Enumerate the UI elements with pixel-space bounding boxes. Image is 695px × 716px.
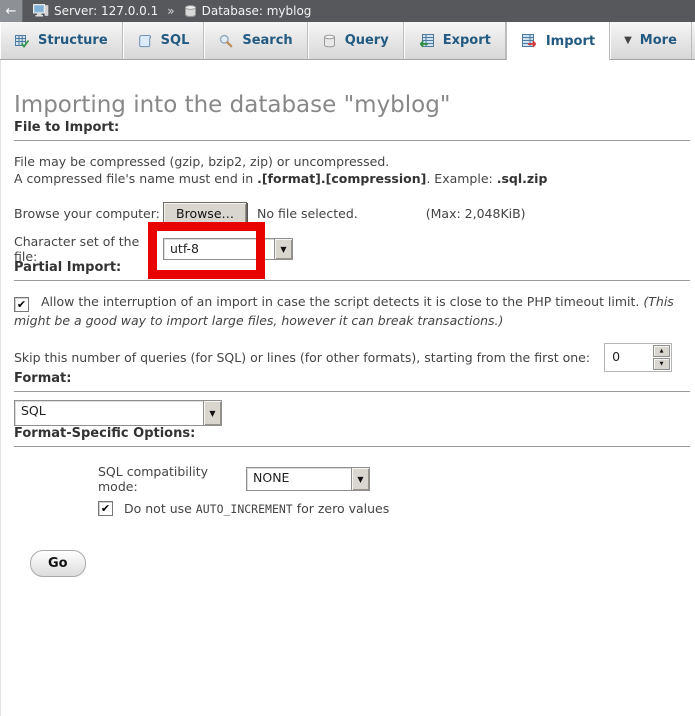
- server-icon: [33, 4, 49, 18]
- spinner-down-button[interactable]: ▼: [653, 358, 670, 370]
- section-heading-format: Format:: [14, 371, 690, 392]
- breadcrumb: Server: 127.0.0.1 » Database: myblog: [33, 4, 311, 18]
- sql-icon: [137, 33, 153, 49]
- dropdown-arrow-icon[interactable]: ▼: [351, 468, 369, 490]
- section-heading-format-specific: Format-Specific Options:: [14, 426, 690, 447]
- charset-row: Character set of the file: utf-8 ▼: [14, 238, 695, 260]
- note-text: A compressed file's name must end in: [14, 171, 257, 186]
- compression-note-line1: File may be compressed (gzip, bzip2, zip…: [14, 153, 695, 170]
- browse-button[interactable]: Browse…: [163, 202, 247, 225]
- spinner-up-button[interactable]: ▲: [653, 345, 670, 357]
- tab-more[interactable]: ▼ More: [610, 22, 692, 59]
- tab-sql[interactable]: SQL: [123, 22, 205, 59]
- tab-export[interactable]: Export: [404, 22, 506, 59]
- go-button[interactable]: Go: [30, 550, 86, 577]
- page-title: Importing into the database "myblog": [14, 90, 695, 120]
- autoinc-checkbox[interactable]: ✔: [98, 501, 113, 516]
- tab-structure[interactable]: Structure: [0, 22, 123, 59]
- skip-queries-value: 0: [606, 345, 653, 370]
- query-icon: [322, 33, 337, 49]
- tab-search[interactable]: Search: [204, 22, 307, 59]
- format-select[interactable]: SQL ▼: [14, 400, 222, 426]
- autoinc-suffix: for zero values: [293, 501, 390, 516]
- checkmark-icon: ✔: [17, 299, 26, 310]
- skip-queries-input[interactable]: 0 ▲ ▼: [604, 343, 672, 372]
- breadcrumb-database-link[interactable]: Database: myblog: [202, 4, 312, 18]
- tab-import[interactable]: Import: [506, 22, 610, 60]
- tab-label: Query: [345, 33, 389, 48]
- compat-selected-value: NONE: [247, 468, 351, 490]
- autoinc-code: AUTO_INCREMENT: [196, 502, 293, 516]
- number-spinner: ▲ ▼: [653, 345, 670, 370]
- search-icon: [218, 33, 234, 49]
- breadcrumb-server-link[interactable]: Server: 127.0.0.1: [54, 4, 158, 18]
- structure-icon: [14, 33, 30, 49]
- format-pattern: .[format].[compression]: [257, 171, 426, 186]
- charset-selected-value: utf-8: [164, 239, 274, 259]
- section-heading-file-to-import: File to Import:: [14, 120, 690, 141]
- import-icon: [521, 33, 538, 49]
- breadcrumb-bar: ← Server: 127.0.0.1 » Database: myblog: [0, 0, 695, 22]
- tab-label: Import: [546, 34, 595, 49]
- skip-queries-label: Skip this number of queries (for SQL) or…: [14, 350, 590, 365]
- checkmark-icon: ✔: [101, 503, 110, 514]
- database-icon: [184, 4, 197, 18]
- compat-label: SQL compatibility mode:: [98, 464, 246, 494]
- format-row: SQL ▼: [14, 400, 695, 426]
- autoinc-prefix: Do not use: [124, 501, 196, 516]
- compat-select[interactable]: NONE ▼: [246, 467, 370, 491]
- back-arrow-icon: ←: [6, 4, 17, 19]
- format-selected-value: SQL: [15, 401, 203, 425]
- dropdown-arrow-icon[interactable]: ▼: [203, 401, 221, 425]
- skip-queries-row: Skip this number of queries (for SQL) or…: [14, 344, 695, 371]
- section-heading-partial-import: Partial Import:: [14, 260, 690, 281]
- compat-row: SQL compatibility mode: NONE ▼: [98, 467, 695, 491]
- allow-interrupt-option: ✔ Allow the interruption of an import in …: [14, 293, 682, 330]
- max-upload-size: (Max: 2,048KiB): [426, 206, 526, 221]
- allow-interrupt-text: Allow the interruption of an import in c…: [41, 294, 643, 309]
- tab-label: Search: [242, 33, 292, 48]
- export-icon: [418, 33, 435, 49]
- tab-label: SQL: [161, 33, 190, 48]
- tab-label: More: [640, 33, 677, 48]
- tab-bar: Structure SQL Search Query Export Import…: [0, 22, 695, 60]
- breadcrumb-separator: »: [167, 4, 174, 18]
- tab-label: Export: [443, 33, 491, 48]
- compression-note: File may be compressed (gzip, bzip2, zip…: [14, 153, 695, 187]
- chevron-down-icon: ▼: [624, 35, 632, 46]
- browse-label: Browse your computer:: [14, 206, 163, 221]
- no-file-selected-text: No file selected.: [257, 206, 358, 221]
- compression-note-line2: A compressed file's name must end in .[f…: [14, 170, 695, 187]
- autoinc-option: ✔ Do not use AUTO_INCREMENT for zero val…: [98, 501, 695, 516]
- dropdown-arrow-icon[interactable]: ▼: [274, 239, 292, 259]
- autoinc-text: Do not use AUTO_INCREMENT for zero value…: [124, 501, 389, 516]
- browse-row: Browse your computer: Browse… No file se…: [14, 200, 695, 226]
- charset-select[interactable]: utf-8 ▼: [163, 238, 293, 260]
- back-button[interactable]: ←: [0, 0, 23, 22]
- tab-label: Structure: [38, 33, 108, 48]
- import-page: Importing into the database "myblog" Fil…: [0, 90, 695, 577]
- example-extension: .sql.zip: [497, 171, 548, 186]
- tab-query[interactable]: Query: [308, 22, 404, 59]
- allow-interrupt-checkbox[interactable]: ✔: [14, 297, 29, 312]
- note-text: . Example:: [426, 171, 496, 186]
